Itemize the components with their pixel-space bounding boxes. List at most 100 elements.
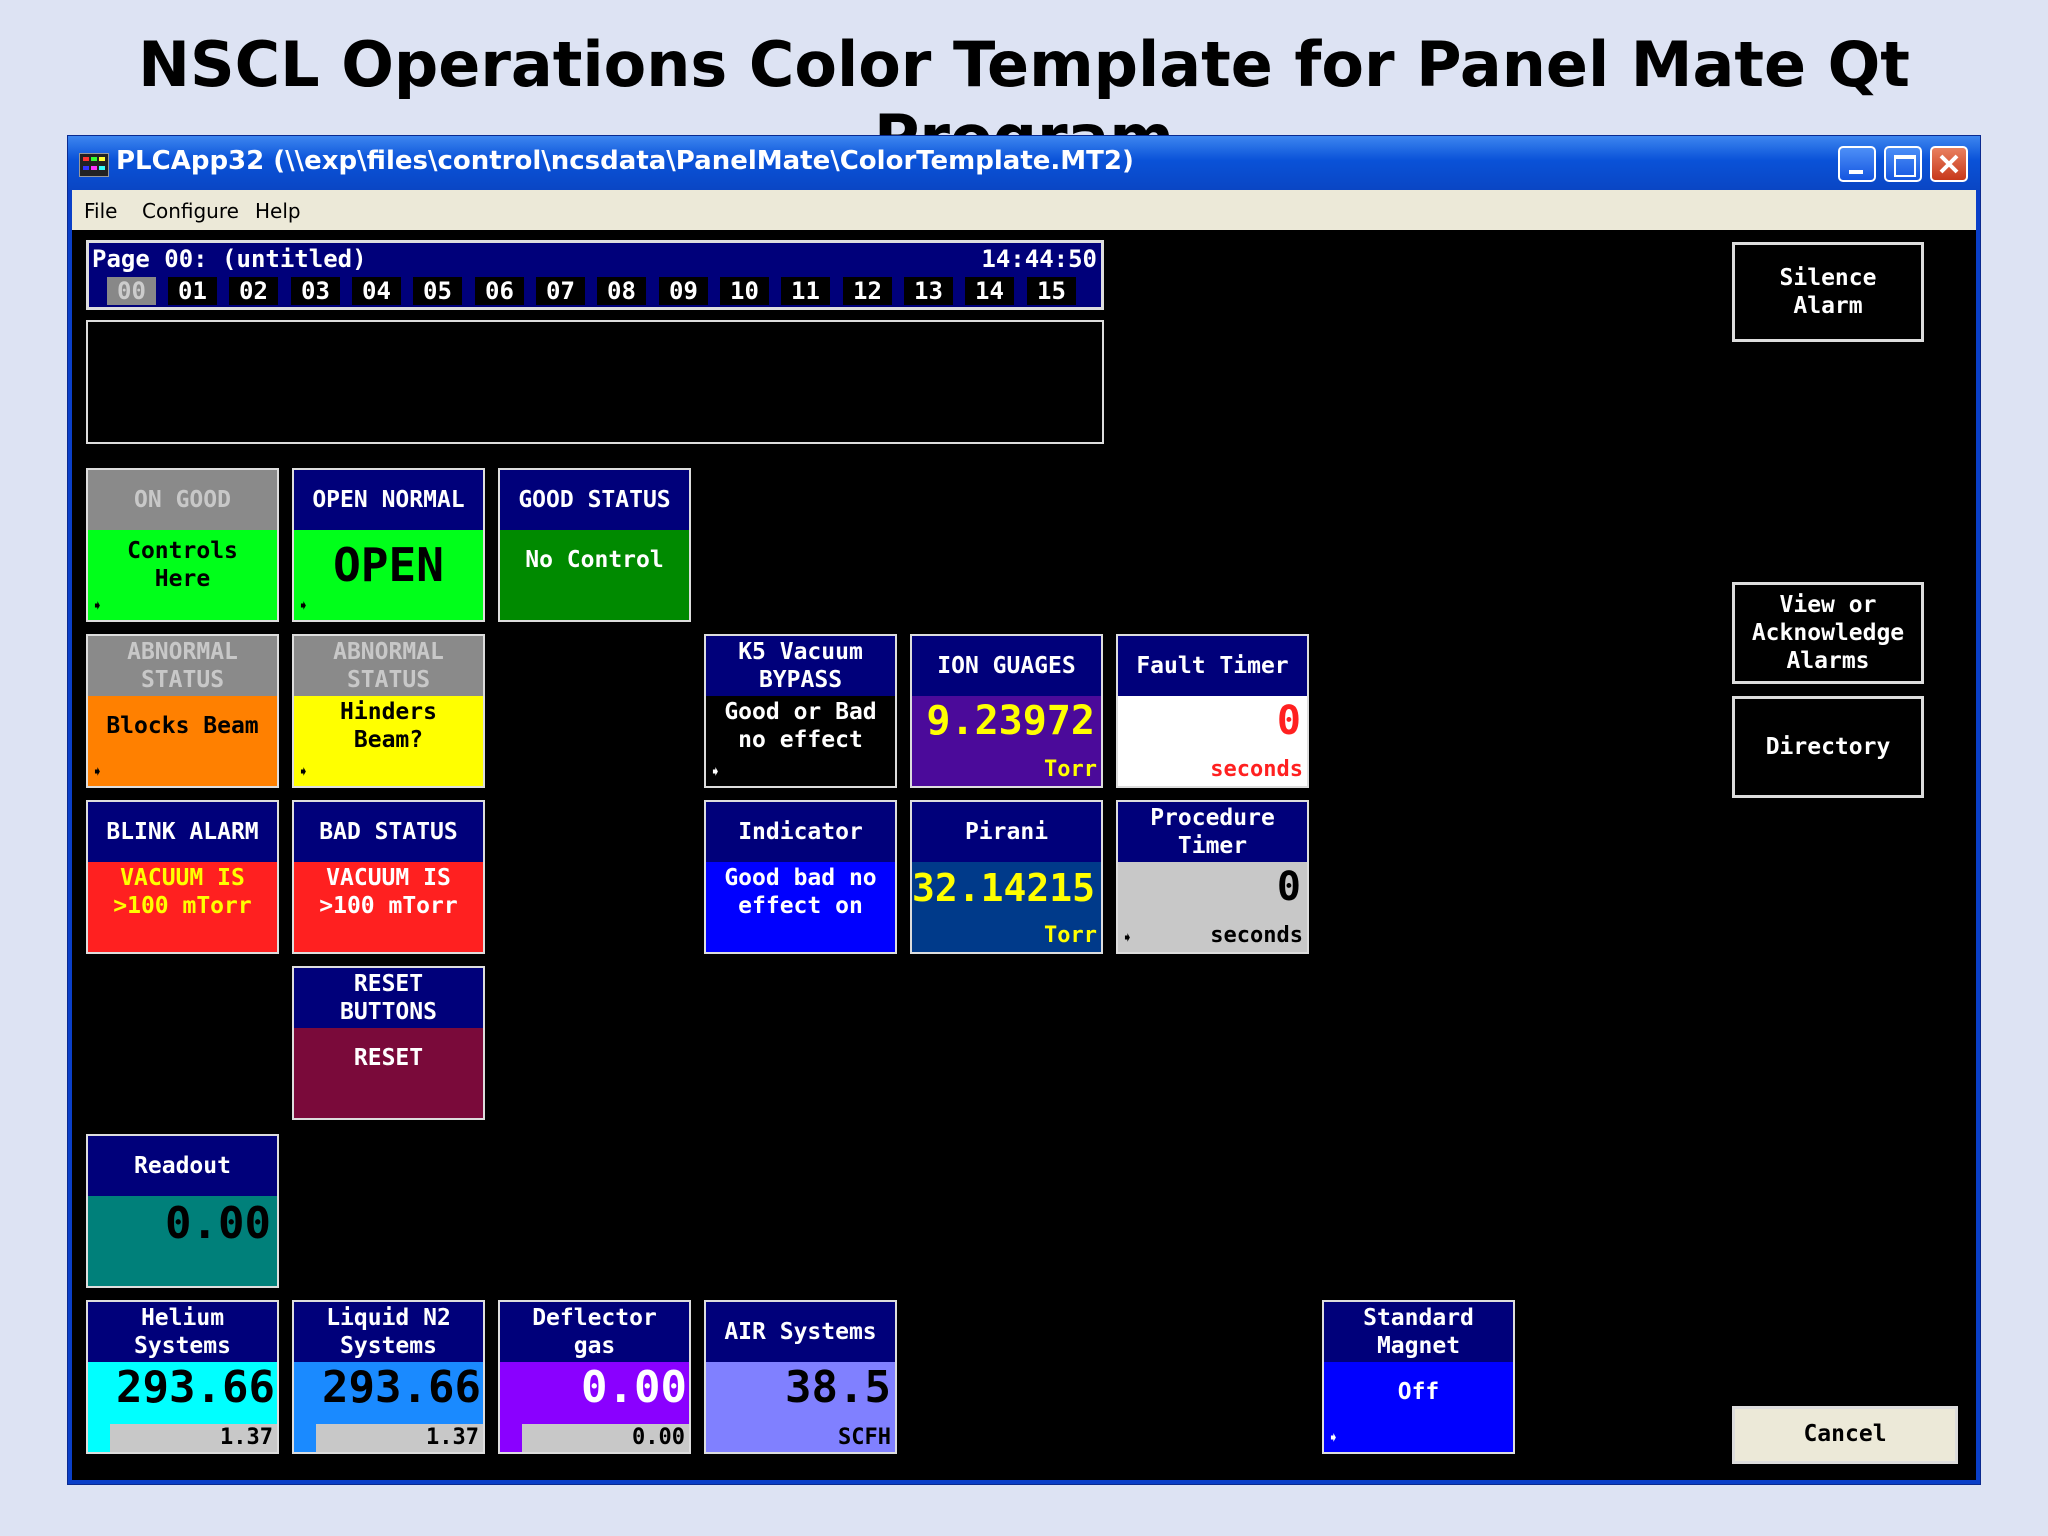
tile-value: 0.00 [581, 1362, 687, 1413]
page-tab-14[interactable]: 14 [965, 277, 1014, 305]
tile-value: 293.66 [322, 1362, 481, 1413]
tile-body: VACUUM IS >100 mTorr [319, 865, 458, 919]
arrow-icon: ➧ [298, 596, 309, 617]
page-tab-05[interactable]: 05 [413, 277, 462, 305]
tile-title: ON GOOD [88, 470, 277, 530]
tile-body: No Control [525, 547, 664, 573]
page-tab-02[interactable]: 02 [229, 277, 278, 305]
tile-open-normal[interactable]: OPEN NORMAL OPEN ➧ [292, 468, 485, 622]
window-title: PLCApp32 (\\exp\files\control\ncsdata\Pa… [116, 146, 1134, 176]
app-icon [79, 153, 109, 177]
tile-value: 38.5 [785, 1362, 891, 1413]
tile-abnormal-hinders-beam[interactable]: ABNORMAL STATUS Hinders Beam? ➧ [292, 634, 485, 788]
page-tab-08[interactable]: 08 [597, 277, 646, 305]
tile-ion-guages: ION GUAGES 9.23972 Torr [910, 634, 1103, 788]
page-tab-11[interactable]: 11 [781, 277, 830, 305]
tile-title: RESET BUTTONS [294, 968, 483, 1028]
arrow-icon: ➧ [298, 762, 309, 783]
tile-indicator: Indicator Good bad no effect on [704, 800, 897, 954]
tile-sub-value: 0.00 [522, 1424, 689, 1452]
page-title: Page 00: (untitled) [92, 245, 367, 273]
tile-value: 0 [1276, 698, 1301, 744]
tile-value: 0.00 [165, 1198, 271, 1249]
tile-title: AIR Systems [706, 1302, 895, 1362]
tile-fault-timer: Fault Timer 0 seconds [1116, 634, 1309, 788]
menu-help[interactable]: Help [255, 199, 301, 223]
tile-title: GOOD STATUS [500, 470, 689, 530]
minimize-icon [1849, 170, 1863, 174]
page-tab-00[interactable]: 00 [107, 277, 156, 305]
tile-body: Good or Bad no effect [724, 699, 877, 753]
tile-abnormal-blocks-beam[interactable]: ABNORMAL STATUS Blocks Beam ➧ [86, 634, 279, 788]
page-tab-13[interactable]: 13 [904, 277, 953, 305]
menu-configure[interactable]: Configure [142, 199, 239, 223]
tile-title: Helium Systems [88, 1302, 277, 1362]
tile-sub-value: 1.37 [110, 1424, 277, 1452]
panel-area: Page 00: (untitled) 14:44:50 00 01 02 03… [72, 230, 1976, 1480]
tile-deflector-gas: Deflector gas 0.00 0.00 [498, 1300, 691, 1454]
maximize-icon [1894, 155, 1916, 177]
tile-title: Indicator [706, 802, 895, 862]
page-tab-09[interactable]: 09 [659, 277, 708, 305]
tile-standard-magnet[interactable]: Standard Magnet Off ➧ [1322, 1300, 1515, 1454]
menu-bar: File Configure Help [72, 190, 1976, 230]
silence-alarm-button[interactable]: Silence Alarm [1732, 242, 1924, 342]
tile-title: Pirani [912, 802, 1101, 862]
view-acknowledge-alarms-button[interactable]: View or Acknowledge Alarms [1732, 582, 1924, 684]
title-bar[interactable]: PLCApp32 (\\exp\files\control\ncsdata\Pa… [68, 136, 1980, 190]
page-header: Page 00: (untitled) 14:44:50 00 01 02 03… [86, 240, 1104, 310]
tile-title: BLINK ALARM [88, 802, 277, 862]
tile-unit: seconds [1210, 923, 1303, 948]
menu-file[interactable]: File [84, 199, 117, 223]
tile-body: Blocks Beam [106, 713, 259, 739]
tile-unit: Torr [1044, 923, 1097, 948]
tile-liquid-n2-systems: Liquid N2 Systems 293.66 1.37 [292, 1300, 485, 1454]
tile-readout: Readout 0.00 [86, 1134, 279, 1288]
page-tab-12[interactable]: 12 [843, 277, 892, 305]
tile-body: Good bad no effect on [724, 865, 877, 919]
page-tab-04[interactable]: 04 [352, 277, 401, 305]
arrow-icon: ➧ [92, 596, 103, 617]
close-button[interactable] [1930, 146, 1968, 182]
tile-unit: Torr [1044, 757, 1097, 782]
close-icon [1939, 154, 1959, 174]
clock: 14:44:50 [981, 245, 1097, 273]
page-tab-15[interactable]: 15 [1027, 277, 1076, 305]
tile-unit: seconds [1210, 757, 1303, 782]
tile-title: Readout [88, 1136, 277, 1196]
page-tab-03[interactable]: 03 [291, 277, 340, 305]
tile-title: K5 Vacuum BYPASS [706, 636, 895, 696]
tile-title: Liquid N2 Systems [294, 1302, 483, 1362]
tile-value: 9.23972 [926, 698, 1095, 744]
arrow-icon: ➧ [92, 762, 103, 783]
tile-title: Standard Magnet [1324, 1302, 1513, 1362]
tile-title: ABNORMAL STATUS [88, 636, 277, 696]
tile-title: ION GUAGES [912, 636, 1101, 696]
tile-value: 293.66 [116, 1362, 275, 1413]
page-tab-07[interactable]: 07 [536, 277, 585, 305]
minimize-button[interactable] [1838, 146, 1876, 182]
tile-title: Fault Timer [1118, 636, 1307, 696]
application-window: PLCApp32 (\\exp\files\control\ncsdata\Pa… [68, 136, 1980, 1484]
maximize-button[interactable] [1884, 146, 1922, 182]
tile-bad-status: BAD STATUS VACUUM IS >100 mTorr [292, 800, 485, 954]
tile-value: 0 [1276, 864, 1301, 910]
page-tab-01[interactable]: 01 [168, 277, 217, 305]
directory-button[interactable]: Directory [1732, 696, 1924, 798]
tile-body: Hinders Beam? [340, 699, 437, 753]
tile-title: OPEN NORMAL [294, 470, 483, 530]
tile-blink-alarm: BLINK ALARM VACUUM IS >100 mTorr [86, 800, 279, 954]
tile-unit: SCFH [838, 1425, 891, 1450]
tile-body: RESET [353, 1045, 424, 1071]
page-tab-06[interactable]: 06 [475, 277, 524, 305]
arrow-icon: ➧ [1328, 1428, 1339, 1449]
tile-body: VACUUM IS >100 mTorr [113, 865, 252, 919]
tile-on-good[interactable]: ON GOOD Controls Here ➧ [86, 468, 279, 622]
tile-title: BAD STATUS [294, 802, 483, 862]
tile-reset-buttons[interactable]: RESET BUTTONS RESET [292, 966, 485, 1120]
page-tab-10[interactable]: 10 [720, 277, 769, 305]
tile-k5-vacuum-bypass[interactable]: K5 Vacuum BYPASS Good or Bad no effect ➧ [704, 634, 897, 788]
tile-helium-systems: Helium Systems 293.66 1.37 [86, 1300, 279, 1454]
tile-procedure-timer[interactable]: Procedure Timer 0 seconds ➧ [1116, 800, 1309, 954]
cancel-button[interactable]: Cancel [1732, 1406, 1958, 1464]
